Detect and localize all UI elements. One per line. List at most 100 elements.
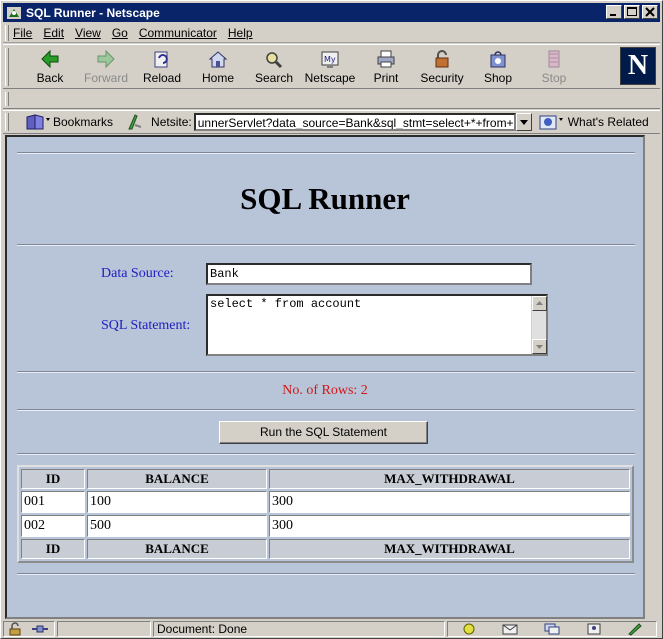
menu-view[interactable]: View [75, 26, 101, 40]
location-dropdown-button[interactable] [515, 113, 532, 131]
sql-statement-text: select * from account [210, 297, 362, 311]
whats-related-icon [538, 113, 568, 131]
divider [17, 453, 635, 455]
location-toolbar-grip[interactable] [5, 113, 9, 131]
netsite-label: Netsite: [151, 115, 192, 129]
svg-text:My: My [324, 55, 336, 64]
connection-plug-icon [31, 622, 49, 636]
scroll-up-arrow-icon[interactable] [532, 296, 547, 311]
forward-arrow-icon [95, 49, 117, 69]
textarea-scrollbar[interactable] [531, 296, 547, 354]
scroll-down-arrow-icon[interactable] [532, 339, 547, 354]
table-row: 002 500 300 [21, 515, 630, 537]
component-bar [447, 621, 657, 637]
menu-help[interactable]: Help [228, 26, 253, 40]
netscape-app-icon [6, 6, 22, 20]
column-header: ID [21, 469, 85, 489]
toolbar-grip[interactable] [5, 48, 9, 86]
table-cell: 002 [21, 515, 85, 537]
bookmarks-button[interactable]: Bookmarks [25, 113, 113, 131]
status-progress-cell [57, 621, 151, 637]
data-source-label: Data Source: [101, 266, 174, 281]
shop-bag-icon [487, 49, 509, 69]
menu-edit[interactable]: Edit [43, 26, 64, 40]
table-cell: 300 [269, 491, 630, 513]
column-footer: MAX_WITHDRAWAL [269, 539, 630, 559]
forward-button[interactable]: Forward [78, 49, 134, 87]
netscape-logo[interactable]: N [620, 47, 656, 85]
divider [17, 244, 635, 246]
table-cell: 100 [87, 491, 267, 513]
column-footer: ID [21, 539, 85, 559]
back-arrow-icon [39, 49, 61, 69]
menu-file[interactable]: File [13, 26, 32, 40]
minimize-button[interactable] [606, 5, 622, 19]
back-button[interactable]: Back [22, 49, 78, 87]
table-row: 001 100 300 [21, 491, 630, 513]
window-title: SQL Runner - Netscape [26, 5, 160, 20]
location-url-field[interactable]: unnerServlet?data_source=Bank&sql_stmt=s… [193, 113, 516, 131]
divider [17, 573, 635, 575]
navigator-icon[interactable] [460, 622, 478, 636]
print-button[interactable]: Print [358, 49, 414, 87]
table-cell: 001 [21, 491, 85, 513]
status-message-cell: Document: Done [153, 621, 445, 637]
stop-icon [543, 49, 565, 69]
table-cell: 300 [269, 515, 630, 537]
divider [17, 371, 635, 373]
bookmarks-label: Bookmarks [53, 115, 114, 129]
page-proxy-icon[interactable] [125, 113, 145, 131]
page-scrollbar-track[interactable] [645, 135, 662, 619]
whats-related-button[interactable]: What's Related [538, 113, 649, 131]
status-text: Document: Done [157, 622, 248, 636]
page-content: SQL Runner Data Source: Bank SQL Stateme… [5, 135, 645, 619]
discussion-groups-icon[interactable] [543, 622, 561, 636]
table-header-row: ID BALANCE MAX_WITHDRAWAL [21, 469, 630, 489]
status-security-cell [3, 621, 55, 637]
sql-statement-label: SQL Statement: [101, 318, 191, 333]
row-count-text: No. of Rows: 2 [282, 383, 368, 398]
collapsed-toolbar [3, 90, 660, 109]
results-table: ID BALANCE MAX_WITHDRAWAL 001 100 300 00… [17, 465, 634, 563]
search-button[interactable]: Search [246, 49, 302, 87]
run-sql-button[interactable]: Run the SQL Statement [219, 421, 428, 444]
whats-related-label: What's Related [567, 115, 649, 129]
table-cell: 500 [87, 515, 267, 537]
location-toolbar: Bookmarks Netsite: unnerServlet?data_sou… [3, 110, 660, 134]
column-header: BALANCE [87, 469, 267, 489]
address-book-icon[interactable] [585, 622, 603, 636]
browser-window: SQL Runner - Netscape File Edit View Go … [0, 0, 663, 639]
composer-icon[interactable] [626, 622, 644, 636]
title-bar[interactable]: SQL Runner - Netscape [3, 3, 660, 22]
security-button[interactable]: Security [414, 49, 470, 87]
table-footer-row: ID BALANCE MAX_WITHDRAWAL [21, 539, 630, 559]
collapsed-toolbar-grip[interactable] [5, 92, 9, 106]
stop-button[interactable]: Stop [526, 49, 582, 87]
security-lock-icon[interactable] [7, 622, 25, 636]
home-icon [207, 49, 229, 69]
my-netscape-icon: My [319, 49, 341, 69]
reload-button[interactable]: Reload [134, 49, 190, 87]
shop-button[interactable]: Shop [470, 49, 526, 87]
sql-statement-textarea[interactable]: select * from account [206, 294, 548, 356]
column-header: MAX_WITHDRAWAL [269, 469, 630, 489]
status-bar: Document: Done [3, 620, 660, 638]
mail-icon[interactable] [501, 622, 519, 636]
data-source-input[interactable]: Bank [206, 263, 532, 285]
menu-go[interactable]: Go [112, 26, 128, 40]
page-title: SQL Runner [240, 181, 410, 216]
menu-communicator[interactable]: Communicator [139, 26, 217, 40]
menu-bar: File Edit View Go Communicator Help [3, 23, 660, 43]
navigation-toolbar: Back Forward Reload Home Search My Netsc… [3, 44, 660, 89]
printer-icon [375, 49, 397, 69]
divider [17, 409, 635, 411]
column-footer: BALANCE [87, 539, 267, 559]
maximize-button[interactable] [624, 5, 640, 19]
divider [17, 152, 635, 154]
my-netscape-button[interactable]: My Netscape [302, 49, 358, 87]
bookmarks-book-icon [25, 113, 53, 131]
home-button[interactable]: Home [190, 49, 246, 87]
menu-bar-grip[interactable] [5, 24, 9, 41]
padlock-icon [431, 49, 453, 69]
close-button[interactable] [642, 5, 658, 19]
